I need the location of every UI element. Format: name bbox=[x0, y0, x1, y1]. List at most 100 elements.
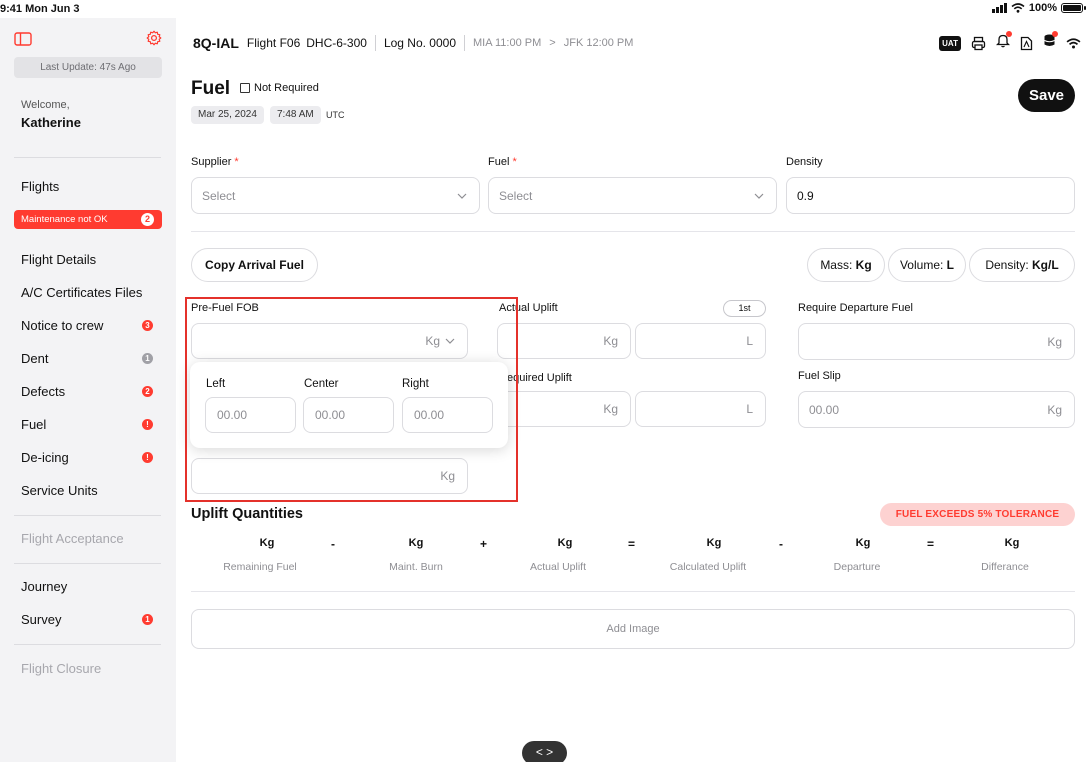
sidebar-item-flight-closure[interactable]: Flight Closure bbox=[21, 660, 161, 678]
tolerance-warning-badge: FUEL EXCEEDS 5% TOLERANCE bbox=[880, 503, 1075, 526]
sidebar-item-label: Dent bbox=[21, 351, 49, 366]
pre-fuel-fob-input[interactable]: Kg bbox=[191, 323, 468, 359]
left-tank-label: Left bbox=[206, 378, 226, 390]
divider bbox=[191, 591, 1075, 592]
actual-uplift-value: Kg bbox=[557, 537, 573, 549]
save-button[interactable]: Save bbox=[1018, 79, 1075, 112]
mass-unit-button[interactable]: Mass: Kg bbox=[807, 248, 885, 282]
sidebar-item-ac-certificates[interactable]: A/C Certificates Files bbox=[21, 284, 161, 302]
survey-badge: 1 bbox=[142, 614, 153, 625]
center-tank-input[interactable]: 00.00 bbox=[303, 397, 394, 433]
divider bbox=[374, 35, 376, 51]
required-uplift-mass-input[interactable]: Kg bbox=[497, 391, 631, 427]
minus-operator: - bbox=[331, 537, 335, 551]
status-bar: 9:41 Mon Jun 3 100% bbox=[0, 0, 1089, 18]
page-title: Fuel bbox=[191, 78, 231, 99]
fuel-slip-placeholder: 00.00 bbox=[809, 402, 840, 417]
divider bbox=[14, 563, 161, 564]
calculated-uplift-value: Kg bbox=[706, 537, 722, 549]
maint-burn-label: Maint. Burn bbox=[389, 561, 443, 573]
divider bbox=[14, 644, 161, 645]
require-departure-input[interactable]: Kg bbox=[798, 323, 1075, 360]
right-tank-label: Right bbox=[402, 378, 429, 390]
density-unit-button[interactable]: Density: Kg/L bbox=[969, 248, 1075, 282]
volume-unit-button[interactable]: Volume: L bbox=[888, 248, 966, 282]
sidebar-item-de-icing[interactable]: De-icing! bbox=[21, 449, 161, 467]
unit-label: Kg bbox=[603, 334, 618, 348]
remaining-fuel-value: Kg bbox=[259, 537, 275, 549]
sidebar-item-dent[interactable]: Dent 1 bbox=[21, 350, 161, 368]
calculated-uplift-label: Calculated Uplift bbox=[669, 561, 747, 573]
require-departure-label: Require Departure Fuel bbox=[798, 302, 913, 314]
maintenance-status-pill[interactable]: Maintenance not OK 2 bbox=[14, 210, 162, 229]
sidebar-item-flight-details[interactable]: Flight Details bbox=[21, 251, 161, 269]
departure-info: MIA 11:00 PM bbox=[473, 37, 542, 49]
add-image-button[interactable]: Add Image bbox=[191, 609, 1075, 649]
sidebar-item-flight-acceptance[interactable]: Flight Acceptance bbox=[21, 530, 161, 548]
checkbox-box[interactable] bbox=[240, 83, 250, 93]
divider bbox=[14, 157, 161, 158]
required-uplift-volume-input[interactable]: L bbox=[635, 391, 766, 427]
sidebar-item-label: De-icing bbox=[21, 450, 69, 465]
not-required-checkbox[interactable]: Not Required bbox=[240, 82, 319, 94]
wifi-icon bbox=[1066, 37, 1081, 49]
required-uplift-label: equired Uplift bbox=[507, 372, 572, 384]
sidebar-item-label: Defects bbox=[21, 384, 66, 399]
unit-label: Kg bbox=[603, 402, 618, 416]
actual-uplift-calc-label: Actual Uplift bbox=[529, 561, 587, 573]
supplier-select[interactable]: Select bbox=[191, 177, 480, 214]
chevron-down-icon bbox=[457, 193, 467, 199]
departure-value: Kg bbox=[855, 537, 871, 549]
pdf-document-icon[interactable] bbox=[1020, 36, 1033, 51]
sidebar-item-defects[interactable]: Defects 2 bbox=[21, 383, 161, 401]
dent-badge: 1 bbox=[142, 353, 153, 364]
de-icing-alert-badge: ! bbox=[142, 452, 153, 463]
sidebar-item-notice-to-crew[interactable]: Notice to crew 3 bbox=[21, 317, 161, 335]
left-tank-input[interactable]: 00.00 bbox=[205, 397, 296, 433]
arrival-fuel-input[interactable]: Kg bbox=[191, 458, 468, 494]
cellular-signal-icon bbox=[991, 3, 1007, 13]
sidebar-toggle-icon[interactable] bbox=[14, 32, 32, 46]
density-input[interactable]: 0.9 bbox=[786, 177, 1075, 214]
not-required-label: Not Required bbox=[254, 82, 319, 94]
page-nav-control[interactable]: < > bbox=[522, 741, 567, 762]
battery-percent: 100% bbox=[1028, 2, 1057, 14]
date-chip[interactable]: Mar 25, 2024 bbox=[191, 106, 264, 124]
aircraft-type: DHC-6-300 bbox=[306, 36, 367, 50]
database-sync[interactable] bbox=[1043, 31, 1058, 53]
copy-arrival-fuel-button[interactable]: Copy Arrival Fuel bbox=[191, 248, 318, 282]
divider bbox=[191, 231, 1075, 232]
right-tank-input[interactable]: 00.00 bbox=[402, 397, 493, 433]
flight-header: 8Q-IAL Flight F06 DHC-6-300 Log No. 0000… bbox=[193, 34, 633, 52]
status-time: 9:41 Mon Jun 3 bbox=[0, 3, 80, 15]
divider bbox=[464, 35, 465, 51]
actual-uplift-mass-input[interactable]: Kg bbox=[497, 323, 631, 359]
last-update-label: Last Update: 47s Ago bbox=[14, 57, 162, 78]
fuel-select[interactable]: Select bbox=[488, 177, 777, 214]
sidebar-item-label: A/C Certificates Files bbox=[21, 285, 143, 300]
first-uplift-chip[interactable]: 1st bbox=[723, 300, 766, 317]
notifications[interactable] bbox=[995, 31, 1012, 53]
sidebar-item-survey[interactable]: Survey 1 bbox=[21, 611, 161, 629]
printer-icon[interactable] bbox=[971, 36, 986, 51]
header-toolbar: UAT bbox=[939, 31, 1081, 53]
density-value: 0.9 bbox=[797, 188, 814, 203]
sidebar-item-label: Survey bbox=[21, 612, 62, 627]
sidebar-item-fuel[interactable]: Fuel! bbox=[21, 416, 161, 434]
difference-value: Kg bbox=[1004, 537, 1020, 549]
notification-dot bbox=[1006, 31, 1012, 37]
unit-label: L bbox=[746, 334, 753, 348]
actual-uplift-volume-input[interactable]: L bbox=[635, 323, 766, 359]
sidebar-item-label: Journey bbox=[21, 579, 68, 594]
sidebar-item-label: Service Units bbox=[21, 483, 98, 498]
equals-operator: = bbox=[628, 537, 636, 551]
sidebar-item-flights[interactable]: Flights bbox=[21, 178, 161, 196]
time-chip[interactable]: 7:48 AM bbox=[270, 106, 321, 124]
fuel-slip-input[interactable]: 00.00 Kg bbox=[798, 391, 1075, 428]
wifi-icon bbox=[1011, 3, 1025, 13]
sidebar-item-journey[interactable]: Journey bbox=[21, 578, 161, 596]
chevron-down-icon[interactable] bbox=[445, 338, 455, 344]
log-number: Log No. 0000 bbox=[383, 36, 456, 50]
settings-gear-icon[interactable] bbox=[146, 30, 162, 46]
sidebar-item-service-units[interactable]: Service Units bbox=[21, 482, 161, 500]
